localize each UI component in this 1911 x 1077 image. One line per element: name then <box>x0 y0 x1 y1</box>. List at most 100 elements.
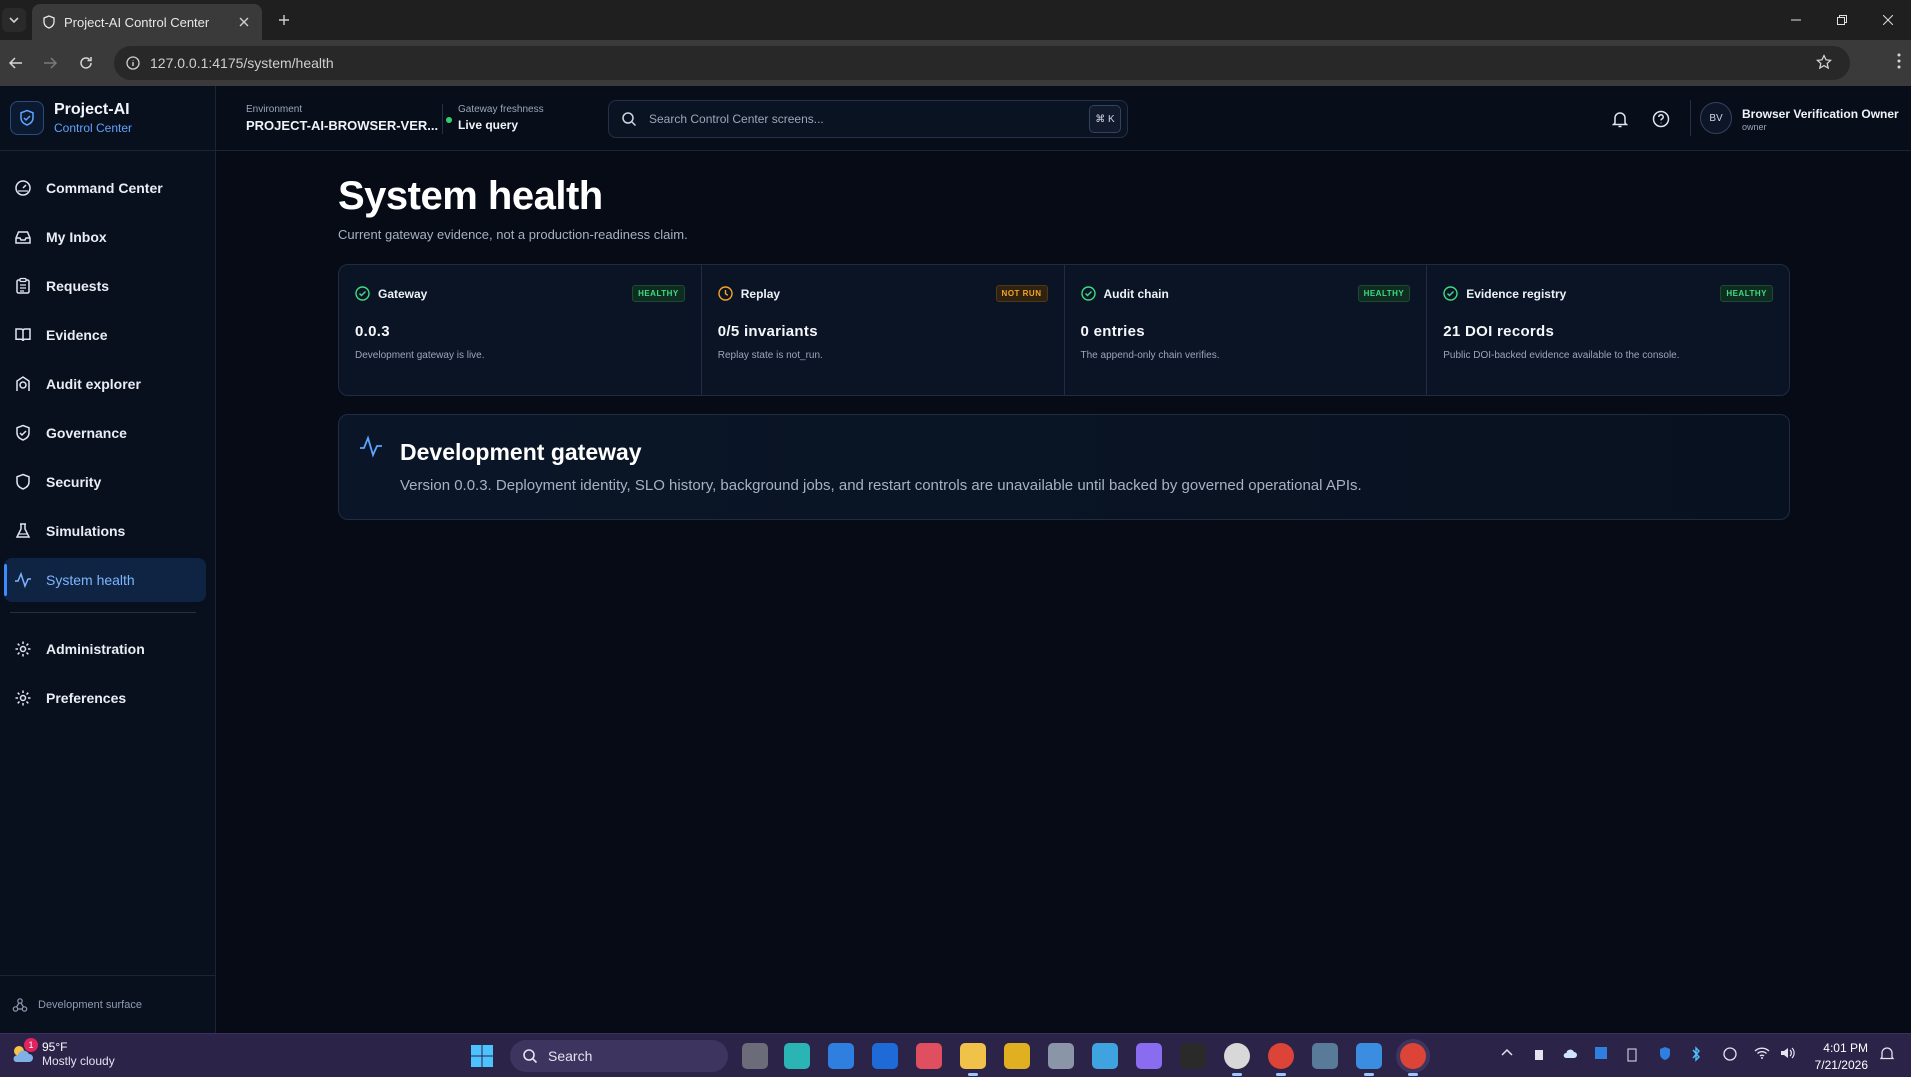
language-icon[interactable] <box>1722 1046 1740 1064</box>
bluetooth-icon[interactable] <box>1690 1046 1708 1064</box>
taskbar-search[interactable]: Search <box>510 1040 728 1072</box>
card-value: 0 entries <box>1080 323 1145 340</box>
avatar[interactable]: BV <box>1700 102 1732 134</box>
sidebar-item-label: Preferences <box>46 690 127 706</box>
sidebar-item-requests[interactable]: Requests <box>4 264 206 308</box>
clock-icon <box>718 286 733 301</box>
file-explorer-icon[interactable] <box>960 1043 986 1076</box>
health-card-gateway: Gateway HEALTHY 0.0.3 Development gatewa… <box>339 265 702 395</box>
volume-icon[interactable] <box>1780 1046 1798 1064</box>
sidebar-item-preferences[interactable]: Preferences <box>4 676 206 720</box>
book-icon <box>15 328 31 342</box>
card-value: 0/5 invariants <box>717 323 818 340</box>
page-title: System health <box>338 174 603 218</box>
new-tab-button[interactable] <box>272 10 296 30</box>
environment-caption: Environment <box>246 104 303 115</box>
sidebar-item-label: My Inbox <box>46 229 107 245</box>
chevron-down-icon <box>9 17 19 24</box>
search-placeholder: Search Control Center screens... <box>649 112 824 126</box>
sidebar-item-command-center[interactable]: Command Center <box>4 166 206 210</box>
freshness-caption: Gateway freshness <box>458 104 544 115</box>
sidebar-item-my-inbox[interactable]: My Inbox <box>4 215 206 259</box>
weather-badge: 1 <box>24 1038 38 1052</box>
widgets-icon[interactable] <box>784 1043 810 1069</box>
address-bar-row: 127.0.0.1:4175/system/health <box>0 40 1911 86</box>
bookmark-star-icon[interactable] <box>1816 54 1832 70</box>
status-badge: HEALTHY <box>632 285 685 302</box>
snipping-tool-icon[interactable] <box>916 1043 942 1069</box>
search-input[interactable]: Search Control Center screens... ⌘ K <box>608 100 1128 138</box>
brand-subtitle: Control Center <box>54 121 133 135</box>
chrome-active-icon[interactable] <box>1400 1043 1426 1076</box>
chrome-icon[interactable] <box>1268 1043 1294 1076</box>
sidebar-item-administration[interactable]: Administration <box>4 627 206 671</box>
task-view-icon[interactable] <box>742 1043 768 1069</box>
app-icon[interactable] <box>872 1043 898 1069</box>
browser-menu-icon[interactable] <box>1897 53 1901 69</box>
settings-icon[interactable] <box>1048 1043 1074 1069</box>
close-icon <box>1883 15 1893 25</box>
defender-icon[interactable] <box>1594 1046 1612 1064</box>
reload-button[interactable] <box>74 51 98 75</box>
reload-icon <box>80 57 92 69</box>
wifi-icon[interactable] <box>1754 1046 1772 1064</box>
battery-icon[interactable] <box>1626 1046 1644 1064</box>
flask-icon <box>15 523 31 538</box>
topbar-divider <box>1690 100 1691 136</box>
weather-widget[interactable]: 1 95°F Mostly cloudy <box>8 1038 115 1068</box>
search-icon <box>622 112 637 127</box>
minimize-button[interactable] <box>1773 0 1819 40</box>
store-icon[interactable] <box>828 1043 854 1069</box>
sidebar-item-governance[interactable]: Governance <box>4 411 206 455</box>
browser-tab-active[interactable]: Project-AI Control Center <box>32 4 262 40</box>
notifications-button[interactable] <box>1609 108 1631 130</box>
tab-search-button[interactable] <box>2 8 26 32</box>
notepad-icon[interactable] <box>1092 1043 1118 1069</box>
topbar-divider <box>442 104 443 134</box>
tab-close-icon[interactable] <box>236 14 252 30</box>
notification-center-icon[interactable] <box>1880 1046 1898 1064</box>
cloud-icon[interactable] <box>1562 1046 1580 1064</box>
environment-selector[interactable]: Environment PROJECT-AI-BROWSER-VER... <box>246 104 438 133</box>
app-window-icon[interactable] <box>1312 1043 1338 1069</box>
sidebar-item-simulations[interactable]: Simulations <box>4 509 206 553</box>
restore-button[interactable] <box>1819 0 1865 40</box>
windows-logo-icon <box>471 1045 493 1067</box>
main-content: System health Current gateway evidence, … <box>338 174 1790 520</box>
shield-tray-icon[interactable] <box>1658 1046 1676 1064</box>
sidebar-item-label: System health <box>46 572 135 588</box>
shield-icon <box>16 473 30 490</box>
weather-temp: 95°F <box>42 1040 68 1054</box>
terminal-icon[interactable] <box>1180 1043 1206 1069</box>
url-input[interactable]: 127.0.0.1:4175/system/health <box>114 46 1850 80</box>
chatgpt-icon[interactable] <box>1224 1043 1250 1076</box>
audit-icon <box>16 376 30 391</box>
help-button[interactable] <box>1650 108 1672 130</box>
photos-icon[interactable] <box>1356 1043 1382 1076</box>
copilot-icon[interactable] <box>1136 1043 1162 1069</box>
taskbar-clock[interactable]: 4:01 PM 7/21/2026 <box>1808 1041 1868 1072</box>
sidebar-item-evidence[interactable]: Evidence <box>4 313 206 357</box>
user-name[interactable]: Browser Verification Owner <box>1742 107 1899 121</box>
brand[interactable]: Project-AI Control Center <box>0 86 216 151</box>
sidebar-item-label: Governance <box>46 425 127 441</box>
minimize-icon <box>1791 19 1801 21</box>
sidebar-divider <box>10 612 196 613</box>
site-info-icon[interactable] <box>126 56 140 70</box>
usb-icon[interactable] <box>1532 1046 1550 1064</box>
search-icon <box>523 1049 538 1064</box>
m-app-icon[interactable] <box>1004 1043 1030 1069</box>
back-button[interactable] <box>4 51 28 75</box>
sidebar-item-audit-explorer[interactable]: Audit explorer <box>4 362 206 406</box>
tray-overflow-icon[interactable] <box>1500 1046 1518 1064</box>
activity-icon <box>15 571 31 589</box>
close-window-button[interactable] <box>1865 0 1911 40</box>
sidebar-nav: Command Center My Inbox Requests Evidenc… <box>0 166 216 725</box>
health-summary-cards: Gateway HEALTHY 0.0.3 Development gatewa… <box>338 264 1790 396</box>
start-button[interactable] <box>470 1044 494 1068</box>
sidebar-item-system-health[interactable]: System health <box>4 558 206 602</box>
sidebar-item-security[interactable]: Security <box>4 460 206 504</box>
status-badge: NOT RUN <box>995 285 1048 302</box>
sidebar-item-label: Simulations <box>46 523 126 539</box>
forward-button[interactable] <box>38 51 62 75</box>
